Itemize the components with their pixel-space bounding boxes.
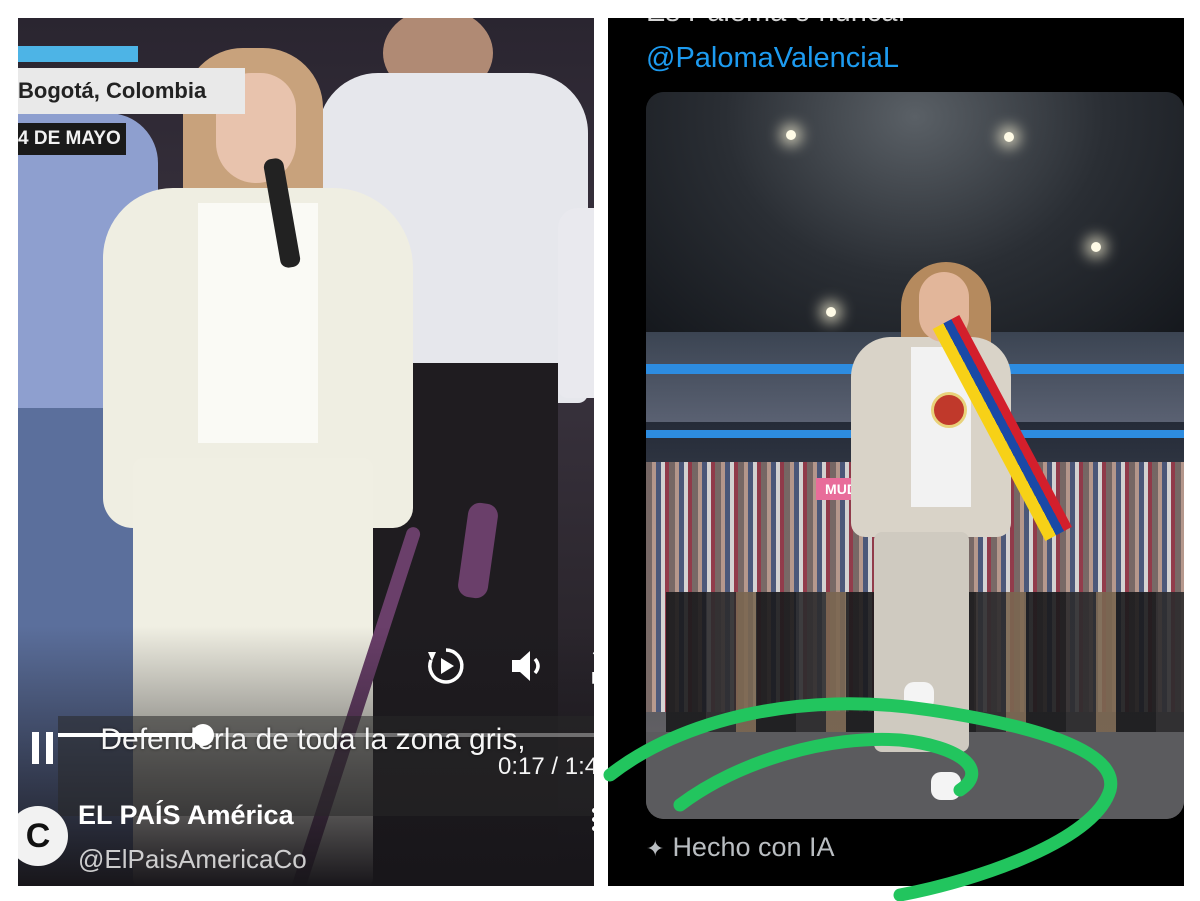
shoe-right bbox=[931, 772, 961, 800]
right-post-screenshot: Es Paloma o nunca. @PalomaValenciaL MUD … bbox=[608, 18, 1184, 886]
ai-label-text: Hecho con IA bbox=[672, 832, 835, 862]
stadium-light bbox=[786, 130, 796, 140]
collapse-icon[interactable] bbox=[590, 646, 594, 686]
location-badge: Bogotá, Colombia bbox=[18, 68, 245, 114]
video-progress-bar[interactable] bbox=[58, 724, 594, 746]
coat-of-arms-icon bbox=[931, 392, 967, 428]
stadium-light bbox=[826, 307, 836, 317]
channel-name[interactable]: EL PAÍS América bbox=[78, 800, 294, 831]
speaker-shirt bbox=[198, 203, 318, 443]
volume-icon[interactable] bbox=[508, 646, 548, 686]
stadium-light bbox=[1091, 242, 1101, 252]
pause-icon[interactable] bbox=[32, 732, 56, 764]
post-text: Es Paloma o nunca. bbox=[646, 18, 906, 29]
video-progress-thumb[interactable] bbox=[191, 724, 214, 746]
location-accent-bar bbox=[18, 46, 138, 62]
video-time: 0:17 / 1:4 bbox=[498, 753, 594, 780]
video-caption: Defenderla de toda la zona gris, bbox=[100, 723, 526, 756]
shoe-left bbox=[904, 682, 934, 710]
more-options-icon[interactable] bbox=[588, 808, 594, 834]
post-image[interactable]: MUD bbox=[646, 92, 1184, 819]
date-badge: 4 DE MAYO bbox=[18, 123, 126, 155]
post-mention-link[interactable]: @PalomaValenciaL bbox=[646, 42, 899, 75]
left-video-screenshot: Bogotá, Colombia 4 DE MAYO Defenderla de… bbox=[18, 18, 594, 886]
channel-handle[interactable]: @ElPaisAmericaCo bbox=[78, 844, 307, 875]
stadium-light bbox=[1004, 132, 1014, 142]
sparkle-icon: ✦ bbox=[646, 836, 665, 861]
replay-icon[interactable] bbox=[426, 646, 466, 686]
video-progress-fill bbox=[58, 733, 203, 737]
person-far-right bbox=[558, 208, 594, 398]
figure-pants bbox=[874, 532, 969, 752]
ai-label: ✦ Hecho con IA bbox=[646, 832, 835, 863]
